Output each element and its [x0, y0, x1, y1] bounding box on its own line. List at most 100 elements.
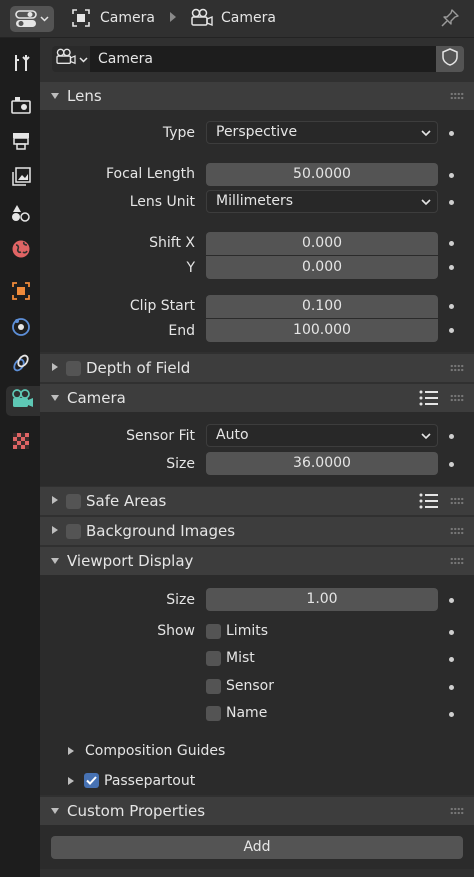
camera-data-icon	[190, 8, 214, 32]
name-label: Name	[226, 705, 268, 721]
breadcrumb-data[interactable]: Camera	[221, 10, 276, 26]
shield-icon	[442, 48, 458, 70]
world-icon	[10, 238, 32, 264]
clip-end-label: End	[168, 323, 195, 339]
breadcrumb-object[interactable]: Camera	[100, 10, 155, 26]
dof-enable-checkbox[interactable]	[66, 361, 81, 376]
drag-handle-icon[interactable]	[450, 394, 464, 402]
focal-length-field[interactable]: 50.0000	[206, 163, 438, 186]
drag-handle-icon[interactable]	[450, 807, 464, 815]
tab-physics[interactable]	[6, 314, 36, 344]
drag-handle-icon[interactable]	[450, 497, 464, 505]
panel-title: Safe Areas	[86, 492, 167, 510]
lens-type-dropdown[interactable]: Perspective	[206, 121, 438, 144]
sensor-size-field[interactable]: 36.0000	[206, 452, 438, 475]
expand-arrow-icon	[51, 93, 59, 99]
tab-data[interactable]	[6, 386, 40, 416]
shift-y-field[interactable]: 0.000	[206, 256, 438, 279]
shift-x-field[interactable]: 0.000	[206, 232, 438, 255]
animate-property-icon[interactable]	[449, 598, 454, 603]
composition-guides-subpanel[interactable]: Composition Guides	[40, 739, 474, 765]
animate-property-icon[interactable]	[449, 241, 454, 246]
show-mist-checkbox[interactable]	[206, 651, 221, 666]
animate-property-icon[interactable]	[449, 630, 454, 635]
animate-property-icon[interactable]	[449, 173, 454, 178]
tab-texture[interactable]	[6, 428, 36, 458]
presets-list-icon[interactable]	[419, 390, 439, 410]
tab-scene[interactable]	[6, 200, 36, 230]
show-name-checkbox[interactable]	[206, 706, 221, 721]
sensor-label: Sensor	[226, 678, 274, 694]
background-images-checkbox[interactable]	[66, 524, 81, 539]
tab-view-layer[interactable]	[6, 164, 36, 194]
drag-handle-icon[interactable]	[450, 364, 464, 372]
expand-arrow-icon	[51, 558, 59, 564]
animate-property-icon[interactable]	[449, 462, 454, 467]
safe-areas-panel-header[interactable]: Safe Areas	[40, 487, 474, 515]
camera-panel-header[interactable]: Camera	[40, 384, 474, 412]
passepartout-checkbox[interactable]	[84, 773, 99, 788]
background-images-panel-header[interactable]: Background Images	[40, 517, 474, 545]
tab-object[interactable]	[6, 278, 36, 308]
render-icon	[10, 94, 32, 120]
chevron-down-icon	[421, 429, 431, 450]
animate-property-icon[interactable]	[449, 657, 454, 662]
animate-property-icon[interactable]	[449, 265, 454, 270]
animate-property-icon[interactable]	[449, 304, 454, 309]
expand-arrow-icon	[51, 808, 59, 814]
dropdown-value: Millimeters	[216, 193, 294, 209]
tab-tool[interactable]	[6, 50, 36, 80]
object-properties-icon	[10, 280, 32, 306]
datablock-name-field[interactable]: Camera	[90, 46, 436, 72]
subpanel-title: Composition Guides	[85, 743, 226, 759]
passepartout-subpanel[interactable]: Passepartout	[40, 769, 474, 795]
collapse-arrow-icon	[68, 777, 74, 785]
animate-property-icon[interactable]	[449, 712, 454, 717]
presets-list-icon[interactable]	[419, 493, 439, 513]
show-limits-checkbox[interactable]	[206, 624, 221, 639]
animate-property-icon[interactable]	[449, 685, 454, 690]
drag-handle-icon[interactable]	[450, 527, 464, 535]
animate-property-icon[interactable]	[449, 434, 454, 439]
lens-panel-header[interactable]: Lens	[40, 82, 474, 110]
dropdown-value: Perspective	[216, 124, 298, 140]
editor-type-button[interactable]	[10, 6, 54, 32]
sensor-fit-dropdown[interactable]: Auto	[206, 424, 438, 447]
viewport-display-panel-body: Size 1.00 Show Limits Mist Sensor Name C…	[40, 575, 474, 795]
animate-property-icon[interactable]	[449, 200, 454, 205]
camera-panel-body: Sensor Fit Auto Size 36.0000	[40, 412, 474, 486]
camera-datablock-selector: Camera	[52, 46, 464, 72]
fake-user-button[interactable]	[436, 46, 464, 72]
pin-icon[interactable]	[440, 8, 460, 32]
drag-handle-icon[interactable]	[450, 557, 464, 565]
drag-handle-icon[interactable]	[450, 92, 464, 100]
lens-unit-dropdown[interactable]: Millimeters	[206, 190, 438, 213]
clip-start-label: Clip Start	[129, 298, 195, 314]
display-size-field[interactable]: 1.00	[206, 588, 438, 611]
show-sensor-checkbox[interactable]	[206, 679, 221, 694]
tool-icon	[10, 52, 32, 78]
chevron-down-icon	[421, 126, 431, 147]
type-label: Type	[162, 125, 195, 141]
collapse-arrow-icon	[52, 363, 58, 371]
custom-properties-panel-header[interactable]: Custom Properties	[40, 797, 474, 825]
animate-property-icon[interactable]	[449, 328, 454, 333]
tab-world[interactable]	[6, 236, 36, 266]
depth-of-field-panel-header[interactable]: Depth of Field	[40, 354, 474, 382]
safe-areas-checkbox[interactable]	[66, 494, 81, 509]
shift-x-label: Shift X	[149, 235, 195, 251]
tab-render[interactable]	[6, 92, 36, 122]
clip-end-field[interactable]: 100.000	[206, 319, 438, 342]
shift-y-label: Y	[186, 260, 195, 276]
animate-property-icon[interactable]	[449, 131, 454, 136]
camera-data-icon	[55, 48, 77, 70]
tab-constraints[interactable]	[6, 350, 36, 380]
tab-output[interactable]	[6, 128, 36, 158]
constraints-icon	[10, 352, 32, 378]
viewport-display-panel-header[interactable]: Viewport Display	[40, 547, 474, 575]
clip-start-field[interactable]: 0.100	[206, 295, 438, 318]
checkmark-icon	[86, 776, 97, 785]
browse-camera-button[interactable]	[52, 46, 90, 72]
subpanel-title: Passepartout	[104, 773, 196, 789]
add-property-button[interactable]: Add	[51, 836, 463, 859]
